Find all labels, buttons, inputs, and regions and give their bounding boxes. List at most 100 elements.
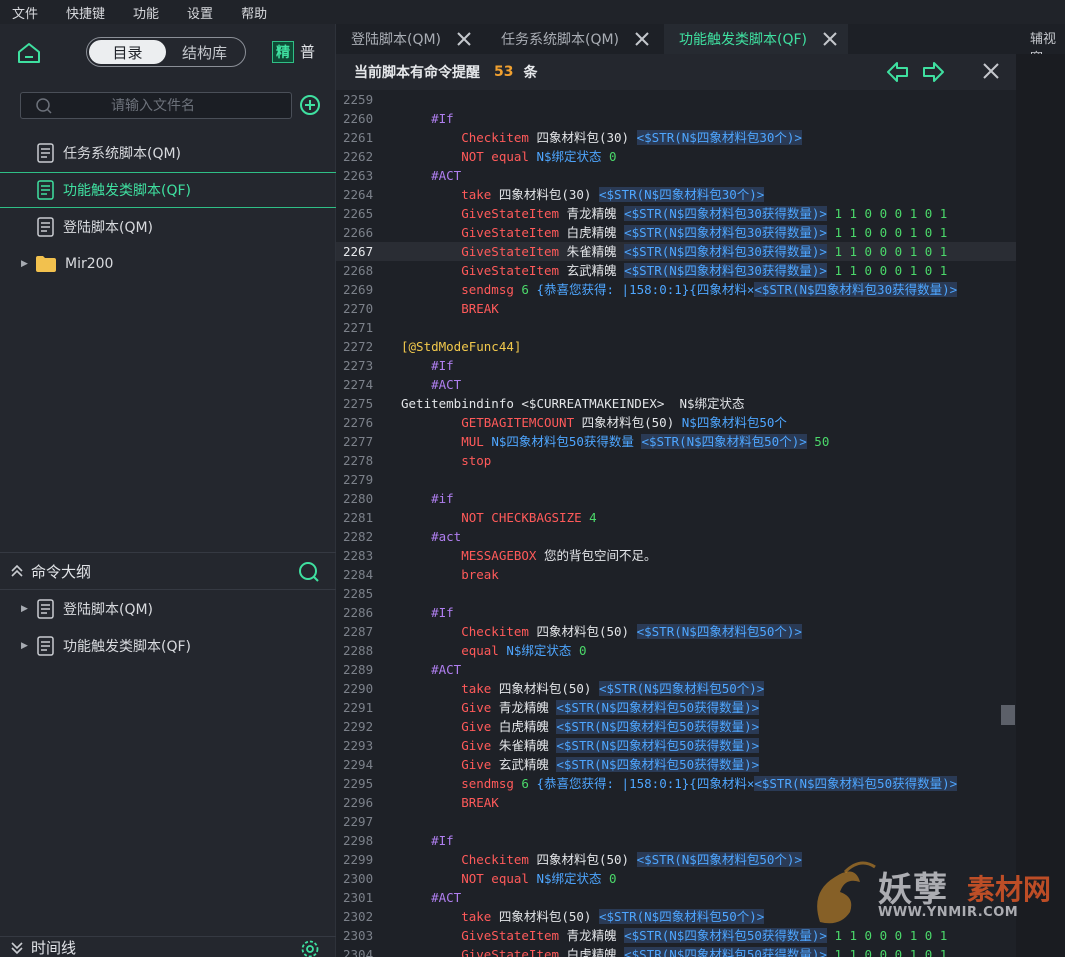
outline-item-label: 功能触发类脚本(QF)	[63, 639, 191, 655]
code-line[interactable]: 2285	[336, 584, 1016, 603]
code-line[interactable]: 2270 BREAK	[336, 299, 1016, 318]
code-line[interactable]: 2261 Checkitem 四象材料包(30) <$STR(N$四象材料包30…	[336, 128, 1016, 147]
menu-file[interactable]: 文件	[4, 3, 46, 22]
code-editor[interactable]: 2259 2260 #If 2261 Checkitem 四象材料包(30) <$S…	[336, 90, 1016, 957]
code-line[interactable]: 2274 #ACT	[336, 375, 1016, 394]
file-search-input[interactable]	[111, 97, 291, 114]
code-line[interactable]: 2272 [@StdModeFunc44]	[336, 337, 1016, 356]
outline-item[interactable]: ▶ 功能触发类脚本(QF)	[0, 628, 336, 664]
line-number: 2267	[343, 244, 374, 259]
caret-right-icon[interactable]: ▶	[21, 259, 28, 269]
arrow-left-icon[interactable]	[886, 60, 910, 84]
code-line[interactable]: 2292 Give 白虎精魄 <$STR(N$四象材料包50获得数量)>	[336, 717, 1016, 736]
code-text: NOT equal N$绑定状态 0	[401, 149, 617, 164]
code-line[interactable]: 2295 sendmsg 6 {恭喜您获得: |158:0:1}{四象材料×<$…	[336, 774, 1016, 793]
menu-shortcuts[interactable]: 快捷键	[58, 3, 113, 22]
mode-normal-button[interactable]: 普	[300, 41, 315, 63]
code-line[interactable]: 2279	[336, 470, 1016, 489]
tab-function-trigger-script[interactable]: 功能触发类脚本(QF)	[664, 24, 848, 54]
add-file-icon[interactable]	[299, 94, 321, 116]
code-line[interactable]: 2283 MESSAGEBOX 您的背包空间不足。	[336, 546, 1016, 565]
tab-structure-library[interactable]: 结构库	[166, 40, 243, 64]
code-line[interactable]: 2289 #ACT	[336, 660, 1016, 679]
code-text: break	[401, 567, 499, 582]
timeline-panel-header[interactable]: 时间线	[0, 936, 336, 957]
document-icon	[37, 599, 54, 619]
code-line[interactable]: 2291 Give 青龙精魄 <$STR(N$四象材料包50获得数量)>	[336, 698, 1016, 717]
code-line[interactable]: 2287 Checkitem 四象材料包(50) <$STR(N$四象材料包50…	[336, 622, 1016, 641]
scrollbar-thumb[interactable]	[1001, 705, 1015, 725]
line-number: 2291	[343, 700, 374, 715]
code-line[interactable]: 2281 NOT CHECKBAGSIZE 4	[336, 508, 1016, 527]
gear-icon[interactable]	[300, 939, 320, 957]
code-line[interactable]: 2263 #ACT	[336, 166, 1016, 185]
code-line[interactable]: 2297	[336, 812, 1016, 831]
tab-label: 功能触发类脚本(QF)	[679, 32, 807, 48]
outline-item[interactable]: ▶ 登陆脚本(QM)	[0, 591, 336, 627]
close-icon[interactable]	[821, 30, 839, 48]
menu-settings[interactable]: 设置	[179, 3, 221, 22]
notice-prefix: 当前脚本有命令提醒	[354, 65, 480, 81]
code-line[interactable]: 2277 MUL N$四象材料包50获得数量 <$STR(N$四象材料包50个)…	[336, 432, 1016, 451]
line-number: 2269	[343, 282, 374, 297]
notice-count: 53	[494, 64, 514, 80]
chevron-up-icon[interactable]	[10, 564, 24, 578]
code-line[interactable]: 2296 BREAK	[336, 793, 1016, 812]
notice-suffix: 条	[523, 65, 538, 81]
code-line[interactable]: 2278 stop	[336, 451, 1016, 470]
code-line[interactable]: 2282 #act	[336, 527, 1016, 546]
code-line[interactable]: 2304 GiveStateItem 白虎精魄 <$STR(N$四象材料包50获…	[336, 945, 1016, 957]
caret-right-icon[interactable]: ▶	[21, 604, 28, 614]
code-line[interactable]: 2267 GiveStateItem 朱雀精魄 <$STR(N$四象材料包30获…	[336, 242, 1016, 261]
code-line[interactable]: 2288 equal N$绑定状态 0	[336, 641, 1016, 660]
code-line[interactable]: 2262 NOT equal N$绑定状态 0	[336, 147, 1016, 166]
code-line[interactable]: 2276 GETBAGITEMCOUNT 四象材料包(50) N$四象材料包50…	[336, 413, 1016, 432]
menu-function[interactable]: 功能	[125, 3, 167, 22]
code-line[interactable]: 2273 #If	[336, 356, 1016, 375]
code-line[interactable]: 2259	[336, 90, 1016, 109]
code-line[interactable]: 2260 #If	[336, 109, 1016, 128]
code-line[interactable]: 2268 GiveStateItem 玄武精魄 <$STR(N$四象材料包30获…	[336, 261, 1016, 280]
line-number: 2272	[343, 339, 374, 354]
minimap[interactable]	[1016, 54, 1065, 957]
line-number: 2281	[343, 510, 374, 525]
chevron-down-icon[interactable]	[10, 941, 24, 955]
line-number: 2289	[343, 662, 374, 677]
tab-task-script[interactable]: 任务系统脚本(QM)	[486, 24, 664, 54]
code-text: GETBAGITEMCOUNT 四象材料包(50) N$四象材料包50个	[401, 415, 787, 430]
file-item[interactable]: 登陆脚本(QM)	[0, 209, 336, 245]
arrow-right-icon[interactable]	[921, 60, 945, 84]
outline-panel-header[interactable]: 命令大纲	[0, 552, 336, 590]
tab-directory[interactable]: 目录	[89, 40, 166, 64]
code-line[interactable]: 2286 #If	[336, 603, 1016, 622]
menu-help[interactable]: 帮助	[233, 3, 275, 22]
code-line[interactable]: 2284 break	[336, 565, 1016, 584]
mode-precise-button[interactable]: 精	[272, 41, 294, 63]
code-line[interactable]: 2269 sendmsg 6 {恭喜您获得: |158:0:1}{四象材料×<$…	[336, 280, 1016, 299]
search-icon	[36, 97, 52, 114]
code-line[interactable]: 2290 take 四象材料包(50) <$STR(N$四象材料包50个)>	[336, 679, 1016, 698]
line-number: 2300	[343, 871, 374, 886]
file-item-selected[interactable]: 功能触发类脚本(QF)	[0, 172, 336, 208]
code-line[interactable]: 2264 take 四象材料包(30) <$STR(N$四象材料包30个)>	[336, 185, 1016, 204]
code-text: take 四象材料包(50) <$STR(N$四象材料包50个)>	[401, 909, 765, 924]
file-item[interactable]: 任务系统脚本(QM)	[0, 135, 336, 171]
code-line[interactable]: 2293 Give 朱雀精魄 <$STR(N$四象材料包50获得数量)>	[336, 736, 1016, 755]
code-line[interactable]: 2265 GiveStateItem 青龙精魄 <$STR(N$四象材料包30获…	[336, 204, 1016, 223]
code-line[interactable]: 2266 GiveStateItem 白虎精魄 <$STR(N$四象材料包30获…	[336, 223, 1016, 242]
code-line[interactable]: 2271	[336, 318, 1016, 337]
tab-login-script[interactable]: 登陆脚本(QM)	[336, 24, 486, 54]
line-number: 2279	[343, 472, 374, 487]
search-icon[interactable]	[298, 561, 320, 583]
code-line[interactable]: 2298 #If	[336, 831, 1016, 850]
code-line[interactable]: 2294 Give 玄武精魄 <$STR(N$四象材料包50获得数量)>	[336, 755, 1016, 774]
close-icon[interactable]	[633, 30, 651, 48]
code-line[interactable]: 2280 #if	[336, 489, 1016, 508]
close-icon[interactable]	[982, 62, 1000, 80]
code-line[interactable]: 2275 Getitembindinfo <$CURREATMAKEINDEX> …	[336, 394, 1016, 413]
caret-right-icon[interactable]: ▶	[21, 641, 28, 651]
folder-item[interactable]: ▶ Mir200	[0, 246, 336, 282]
close-icon[interactable]	[455, 30, 473, 48]
home-icon[interactable]	[16, 41, 42, 65]
line-number: 2274	[343, 377, 374, 392]
